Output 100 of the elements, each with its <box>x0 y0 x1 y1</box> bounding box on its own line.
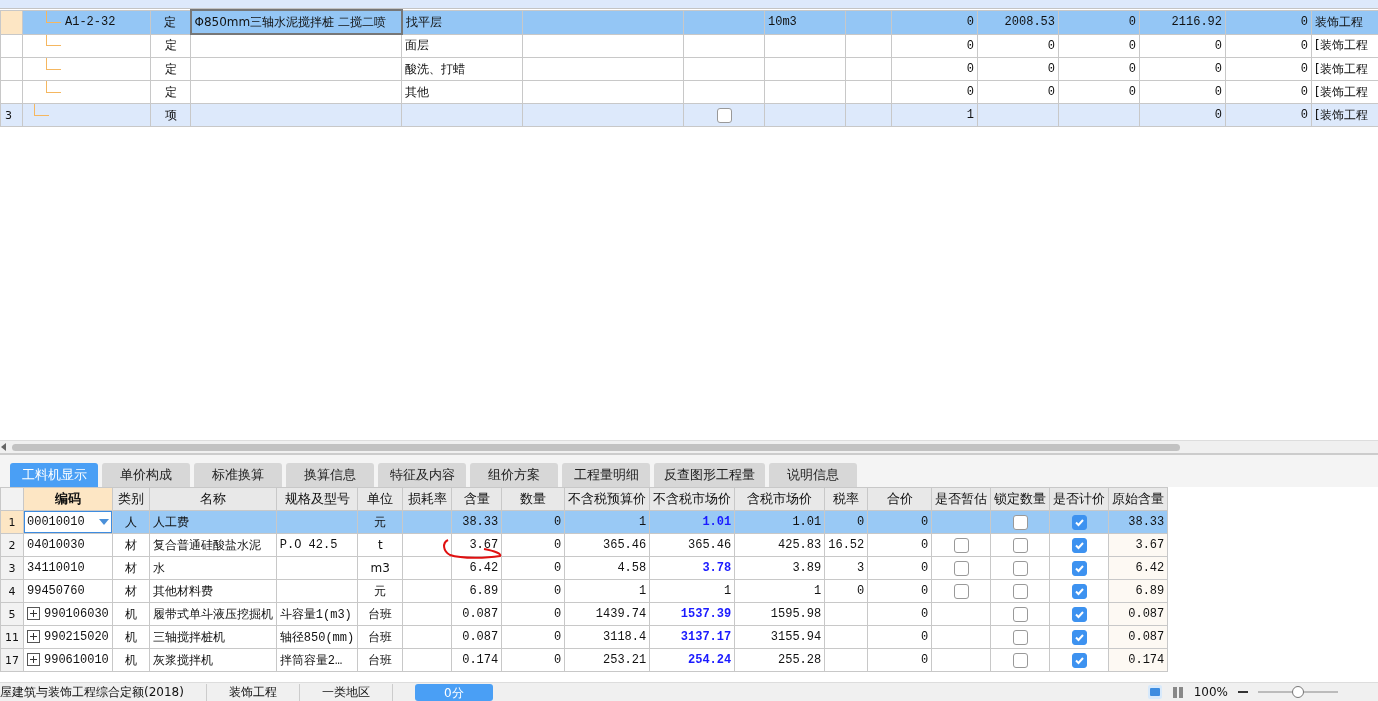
expand-icon[interactable] <box>27 653 40 667</box>
selected-row-highlight[interactable]: 1 00010010 人 人工费 元 38.33 0 1 1.01 1.01 0 0 38.33 <box>0 510 1168 534</box>
unit-cell: 10m3 <box>764 10 846 34</box>
unit-cell: 台班 <box>357 648 403 672</box>
checkbox[interactable] <box>1012 537 1028 553</box>
table-cell: 1 <box>564 579 650 603</box>
checkbox[interactable] <box>953 537 969 553</box>
checkbox[interactable] <box>1071 629 1087 645</box>
content-cell: 0.087 <box>451 625 502 649</box>
zoom-out-icon[interactable] <box>1238 690 1248 694</box>
table-cell: 0 <box>1139 80 1226 104</box>
checkbox[interactable] <box>1012 560 1028 576</box>
column-header[interactable]: 单位 <box>357 487 403 511</box>
table-cell: 0 <box>1058 10 1140 34</box>
row-number: 3 <box>0 556 24 580</box>
checkbox[interactable] <box>1012 606 1028 622</box>
name-cell: 复合普通硅酸盐水泥 <box>149 533 277 557</box>
table-cell: 2008.53 <box>977 10 1059 34</box>
status-text: 装饰工程 <box>228 683 300 701</box>
code-dropdown[interactable]: 00010010 <box>24 511 112 533</box>
checkbox[interactable] <box>1012 514 1028 530</box>
column-header[interactable]: 含税市场价 <box>734 487 825 511</box>
horizontal-scrollbar[interactable] <box>0 440 1378 453</box>
selected-row-highlight[interactable]: A1-2-32 定 Φ850mm三轴水泥搅拌桩 二搅二喷 找平层 10m3 0 2008.53 0 2116.92 0 装饰工程 <box>0 10 1378 34</box>
split-view-icon[interactable] <box>1171 685 1184 699</box>
expand-icon[interactable] <box>27 607 40 621</box>
dropdown-caret-icon[interactable] <box>98 519 109 525</box>
checkbox[interactable] <box>1071 583 1087 599</box>
category-cell: 机 <box>112 625 150 649</box>
column-header[interactable]: 数量 <box>501 487 565 511</box>
spec-cell: 斗容量1(m3) <box>276 602 358 626</box>
expand-icon[interactable] <box>27 630 40 644</box>
checkbox[interactable] <box>1012 629 1028 645</box>
checkbox[interactable] <box>1071 652 1087 668</box>
name-cell: 履带式单斗液压挖掘机 <box>149 602 277 626</box>
market-price-cell: 365.46 <box>649 533 735 557</box>
checkbox[interactable] <box>953 583 969 599</box>
table-cell: 找平层 <box>401 10 523 34</box>
table-cell: 0 <box>867 556 932 580</box>
checkbox[interactable] <box>1012 583 1028 599</box>
single-view-icon[interactable] <box>1147 685 1162 699</box>
table-cell: 255.28 <box>734 648 825 672</box>
market-price-cell: 1 <box>649 579 735 603</box>
tab[interactable]: 特征及内容 <box>378 463 466 487</box>
table-cell: 1 <box>734 579 825 603</box>
category-cell: 机 <box>112 648 150 672</box>
tab[interactable]: 说明信息 <box>769 463 857 487</box>
tab[interactable]: 工程量明细 <box>562 463 650 487</box>
checkbox[interactable] <box>1071 606 1087 622</box>
column-header[interactable]: 类别 <box>112 487 150 511</box>
tab[interactable]: 组价方案 <box>470 463 558 487</box>
column-header[interactable]: 含量 <box>451 487 502 511</box>
tab[interactable]: 反查图形工程量 <box>654 463 765 487</box>
checkbox[interactable] <box>953 560 969 576</box>
column-header[interactable]: 是否暂估 <box>931 487 991 511</box>
column-header[interactable]: 不含税市场价 <box>649 487 735 511</box>
column-header[interactable]: 不含税预算价 <box>564 487 650 511</box>
checkbox[interactable] <box>716 107 732 123</box>
column-header[interactable]: 编码 <box>23 487 113 511</box>
column-header[interactable]: 税率 <box>824 487 868 511</box>
table-cell: 1595.98 <box>734 602 825 626</box>
category-cell: 材 <box>112 533 150 557</box>
tab[interactable]: 单价构成 <box>102 463 190 487</box>
category-cell: 定 <box>150 57 191 81</box>
table-cell: 0 <box>501 625 565 649</box>
column-header[interactable]: 是否计价 <box>1049 487 1109 511</box>
checkbox[interactable] <box>1071 514 1087 530</box>
tab[interactable]: 标准换算 <box>194 463 282 487</box>
table-cell: 0 <box>1058 34 1140 58</box>
category-cell: 定 <box>150 80 191 104</box>
code-cell: 990215020 <box>44 630 109 644</box>
table-cell: 0 <box>977 80 1059 104</box>
column-header[interactable]: 原始含量 <box>1108 487 1168 511</box>
checkbox[interactable] <box>1012 652 1028 668</box>
table-cell: 0 <box>867 625 932 649</box>
table-cell: 0 <box>501 579 565 603</box>
table-cell: 425.83 <box>734 533 825 557</box>
column-header[interactable]: 名称 <box>149 487 277 511</box>
column-header[interactable]: 规格及型号 <box>276 487 358 511</box>
zoom-level: 100% <box>1193 685 1228 699</box>
scrollbar-thumb[interactable] <box>12 443 1180 451</box>
tab[interactable]: 换算信息 <box>286 463 374 487</box>
tree-connector <box>34 104 49 116</box>
name-cell: 三轴搅拌桩机 <box>149 625 277 649</box>
scroll-left-icon[interactable] <box>0 442 8 452</box>
column-header[interactable]: 损耗率 <box>402 487 452 511</box>
tree-connector <box>46 81 61 93</box>
content-cell: 0.174 <box>451 648 502 672</box>
slider-thumb[interactable] <box>1292 686 1304 698</box>
row-number: 2 <box>0 533 24 557</box>
code-cell: 990610010 <box>44 653 109 667</box>
checkbox[interactable] <box>1071 537 1087 553</box>
content-cell: 6.42 <box>451 556 502 580</box>
table-cell: 3155.94 <box>734 625 825 649</box>
column-header[interactable]: 锁定数量 <box>990 487 1050 511</box>
checkbox[interactable] <box>1071 560 1087 576</box>
unit-cell: t <box>357 533 403 557</box>
column-header[interactable]: 合价 <box>867 487 932 511</box>
table-cell: 酸洗、打蜡 <box>401 57 523 81</box>
item-code: A1-2-32 <box>65 15 116 29</box>
